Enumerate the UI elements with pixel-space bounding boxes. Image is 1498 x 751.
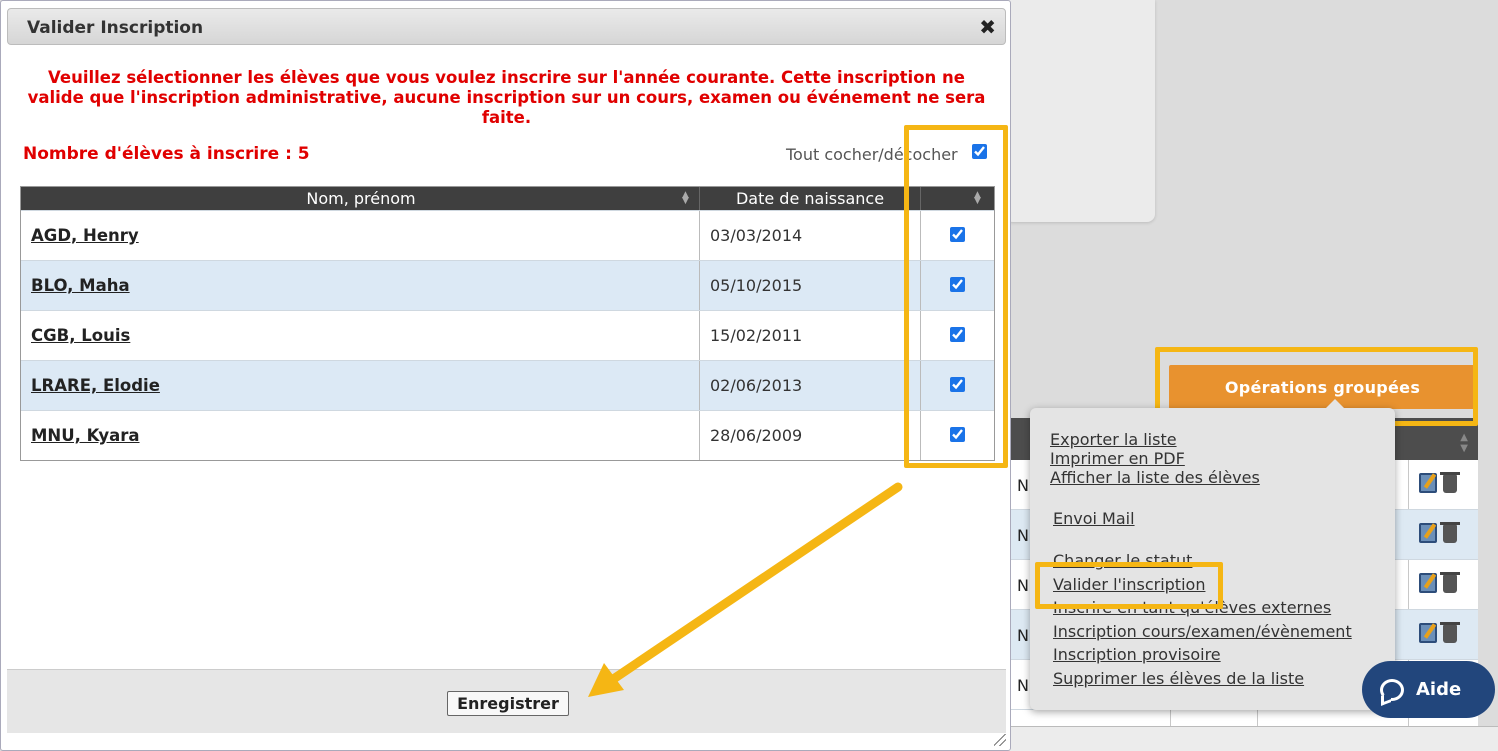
column-header-dob[interactable]: Date de naissance — [700, 189, 920, 208]
row-cell-text: N — [1017, 676, 1029, 695]
birth-date: 02/06/2013 — [710, 376, 803, 395]
column-divider — [920, 311, 921, 360]
row-cell-text: N — [1017, 626, 1029, 645]
table-row: BLO, Maha 05/10/2015 — [21, 260, 994, 310]
sort-icon[interactable]: ▲ ▼ — [974, 191, 981, 206]
column-header-name[interactable]: Nom, prénom — [21, 189, 701, 208]
menu-item-course-enrollment[interactable]: Inscription cours/examen/évènement — [1053, 622, 1352, 641]
table-row: MNU, Kyara 28/06/2009 — [21, 410, 994, 460]
student-name-link[interactable]: BLO, Maha — [31, 276, 130, 295]
menu-item-export-list[interactable]: Exporter la liste — [1050, 430, 1177, 449]
birth-date: 03/03/2014 — [710, 226, 803, 245]
help-button-label: Aide — [1416, 679, 1462, 700]
student-checkbox[interactable] — [950, 377, 965, 392]
row-cell-text: N — [1017, 576, 1029, 595]
student-name-link[interactable]: AGD, Henry — [31, 226, 139, 245]
background-scrollbar[interactable] — [1005, 726, 1498, 751]
chat-bubble-icon — [1380, 678, 1404, 701]
grouped-operations-menu: Exporter la liste Imprimer en PDF Affich… — [1030, 399, 1395, 710]
help-button[interactable]: Aide — [1362, 661, 1495, 718]
table-row: AGD, Henry 03/03/2014 — [21, 210, 994, 260]
trash-icon[interactable] — [1440, 472, 1460, 493]
enrollment-notice: Veuillez sélectionner les élèves que vou… — [27, 68, 986, 127]
dialog-footer: Enregistrer — [7, 669, 1006, 733]
menu-item-delete-students[interactable]: Supprimer les élèves de la liste — [1053, 669, 1304, 688]
grouped-operations-button[interactable]: Opérations groupées — [1169, 365, 1476, 409]
edit-icon[interactable] — [1419, 473, 1437, 493]
student-checkbox[interactable] — [950, 327, 965, 342]
students-table: Nom, prénom ▲ ▼ Date de naissance ▲ ▼ AGD,… — [20, 186, 995, 461]
birth-date: 28/06/2009 — [710, 426, 803, 445]
trash-icon[interactable] — [1440, 522, 1460, 543]
resize-handle[interactable] — [994, 734, 1006, 746]
student-checkbox[interactable] — [950, 427, 965, 442]
column-divider — [699, 187, 700, 210]
sort-icon[interactable]: ▲ ▼ — [682, 191, 689, 206]
trash-icon[interactable] — [1440, 622, 1460, 643]
menu-item-external-students[interactable]: Inscrire en tant qu'élèves externes — [1053, 598, 1331, 617]
toggle-all-checkbox[interactable] — [972, 144, 987, 159]
validate-enrollment-dialog: Valider Inscription ✖ Veuillez sélection… — [0, 0, 1011, 751]
column-divider — [699, 361, 700, 410]
student-name-link[interactable]: CGB, Louis — [31, 326, 130, 345]
menu-item-send-mail[interactable]: Envoi Mail — [1053, 509, 1135, 528]
save-button[interactable]: Enregistrer — [447, 691, 569, 716]
student-checkbox[interactable] — [950, 277, 965, 292]
student-name-link[interactable]: LRARE, Elodie — [31, 376, 160, 395]
row-cell-text: N — [1017, 526, 1029, 545]
column-divider — [699, 311, 700, 360]
column-divider — [699, 211, 700, 260]
column-divider — [920, 411, 921, 460]
table-row: CGB, Louis 15/02/2011 — [21, 310, 994, 360]
menu-item-provisional-enrollment[interactable]: Inscription provisoire — [1053, 645, 1221, 664]
column-divider — [920, 211, 921, 260]
menu-item-change-status[interactable]: Changer le statut — [1053, 551, 1192, 570]
trash-icon[interactable] — [1440, 572, 1460, 593]
student-name-link[interactable]: MNU, Kyara — [31, 426, 140, 445]
row-cell-text: N — [1017, 476, 1029, 495]
menu-item-show-students[interactable]: Afficher la liste des élèves — [1050, 468, 1260, 487]
dialog-titlebar[interactable]: Valider Inscription ✖ — [7, 8, 1006, 45]
column-divider — [920, 261, 921, 310]
edit-icon[interactable] — [1419, 523, 1437, 543]
table-header: Nom, prénom ▲ ▼ Date de naissance ▲ ▼ — [21, 187, 994, 210]
background-panel — [1005, 0, 1155, 222]
close-icon[interactable]: ✖ — [979, 15, 996, 39]
dialog-title: Valider Inscription — [27, 18, 204, 38]
table-row: LRARE, Elodie 02/06/2013 — [21, 360, 994, 410]
birth-date: 05/10/2015 — [710, 276, 803, 295]
menu-item-print-pdf[interactable]: Imprimer en PDF — [1050, 449, 1185, 468]
menu-item-validate-enrollment[interactable]: Valider l'inscription — [1053, 575, 1205, 594]
column-divider — [699, 261, 700, 310]
toggle-all-label: Tout cocher/décocher — [786, 145, 958, 164]
column-divider — [920, 361, 921, 410]
birth-date: 15/02/2011 — [710, 326, 803, 345]
edit-icon[interactable] — [1419, 573, 1437, 593]
edit-icon[interactable] — [1419, 623, 1437, 643]
student-checkbox[interactable] — [950, 227, 965, 242]
column-divider — [920, 187, 921, 210]
student-count: Nombre d'élèves à inscrire : 5 — [23, 144, 310, 164]
column-divider — [699, 411, 700, 460]
sort-icon[interactable]: ▲ ▼ — [1460, 432, 1468, 454]
